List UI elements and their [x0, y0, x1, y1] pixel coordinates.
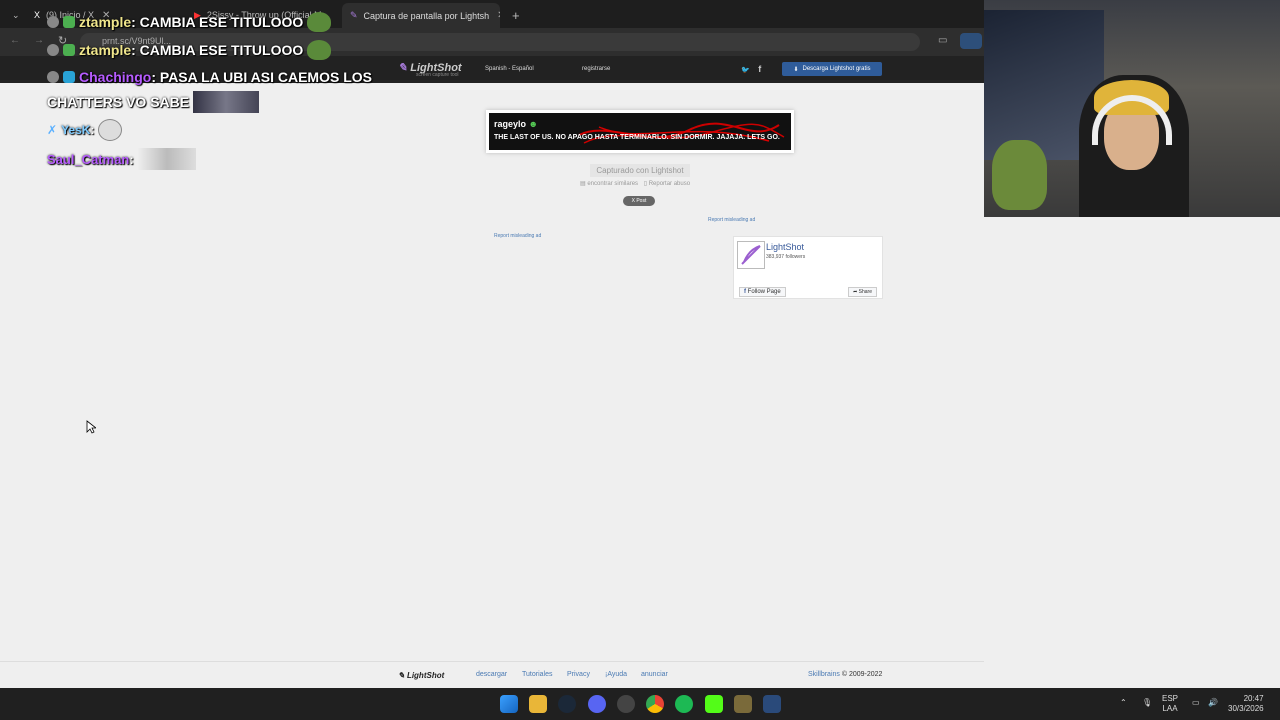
badge-icon	[47, 44, 59, 56]
badge-icon	[47, 16, 59, 28]
chat-message: Saul_Catman:	[47, 148, 196, 170]
mouse-cursor-icon	[86, 420, 96, 434]
badge-icon	[47, 71, 59, 83]
discord-icon[interactable]	[588, 695, 606, 713]
windows-start-icon[interactable]	[500, 695, 518, 713]
screenshot-image[interactable]: rageylo ☻ THE LAST OF US. NO APAGO HASTA…	[486, 110, 794, 153]
preview-username: rageylo ☻	[494, 119, 539, 129]
clock[interactable]: 20:47 30/3/2026	[1228, 694, 1264, 714]
language-indicator[interactable]: ESP LAA	[1162, 694, 1178, 714]
spotify-icon[interactable]	[675, 695, 693, 713]
pepe-emote-icon	[307, 12, 332, 32]
red-scribble	[578, 122, 785, 144]
subscriber-badge-icon	[63, 16, 75, 28]
extension-icon[interactable]	[960, 33, 982, 49]
taskbar: ⌃ 🎙 ESP LAA ▭ 🔊 20:47 30/3/2026	[0, 688, 1280, 720]
smile-icon: ☻	[528, 119, 539, 129]
followers-count: 383,937 followers	[766, 254, 806, 260]
report-misleading-ad-link[interactable]: Report misleading ad	[494, 233, 541, 239]
cast-icon[interactable]: ▭	[938, 35, 947, 46]
feather-icon	[741, 245, 761, 265]
chat-message: ztample: CAMBIA ESE TITULOOO	[47, 40, 332, 60]
flag-icon: ▯	[643, 181, 648, 187]
page-name[interactable]: LightShot	[766, 242, 804, 252]
find-similar-link[interactable]: encontrar similares	[587, 181, 638, 187]
kick-icon[interactable]	[705, 695, 723, 713]
feather-icon: ✎	[398, 62, 408, 74]
page-footer: ✎ LightShot descargar Tutoriales Privacy…	[0, 661, 984, 688]
language-select[interactable]: Spanish - Español	[485, 66, 534, 72]
pepe-emote-icon	[307, 40, 332, 60]
action-links: ▤ encontrar similares ▯ Reportar abuso	[580, 180, 690, 187]
footer-link-privacy[interactable]: Privacy	[567, 671, 590, 678]
tab-lightshot[interactable]: ✎ Captura de pantalla por Lightsh ✕	[342, 3, 500, 28]
image-emote-icon	[193, 91, 260, 113]
meme-emote-icon	[137, 148, 196, 170]
chrome-icon[interactable]	[646, 695, 664, 713]
close-icon[interactable]: ✕	[497, 10, 500, 21]
facebook-icon: f	[744, 289, 746, 295]
steam-icon[interactable]	[558, 695, 576, 713]
chat-message: ✗ YesK:	[47, 119, 123, 141]
page-background-right	[984, 217, 1280, 688]
report-abuse-link[interactable]: Reportar abuso	[649, 181, 690, 187]
footer-logo[interactable]: ✎ LightShot	[398, 671, 444, 680]
new-tab-button[interactable]: +	[504, 4, 524, 26]
file-explorer-icon[interactable]	[529, 695, 547, 713]
captured-label: Capturado con Lightshot	[590, 164, 690, 177]
x-logo-icon: X	[34, 10, 41, 20]
microphone-icon[interactable]: 🎙	[1142, 698, 1152, 708]
footer-link-tutorials[interactable]: Tutoriales	[522, 671, 552, 678]
lightshot-logo[interactable]: ✎ LightShot screen capture tool	[398, 61, 462, 78]
cube-badge-icon	[63, 71, 75, 83]
tab-menu-icon[interactable]: ⌄	[4, 4, 22, 26]
follow-page-button[interactable]: f Follow Page	[739, 287, 786, 297]
chat-message: Chachingo: PASA LA UBI ASI CAEMOS LOS	[47, 69, 372, 85]
browser-app-icon[interactable]	[763, 695, 781, 713]
facebook-page-widget: LightShot 383,937 followers f Follow Pag…	[733, 236, 883, 299]
lightshot-feather-icon: ✎	[350, 10, 358, 20]
chat-message-continued: CHATTERS VO SABE	[47, 91, 260, 113]
image-icon: ▤	[580, 181, 586, 187]
register-link[interactable]: registrarse	[582, 66, 610, 72]
x-post-button[interactable]: X Post	[623, 196, 655, 206]
settings-icon[interactable]	[617, 695, 635, 713]
back-icon[interactable]: ←	[10, 35, 20, 46]
facebook-icon[interactable]: f	[758, 64, 761, 74]
report-misleading-ad-link[interactable]: Report misleading ad	[708, 217, 755, 223]
frog-plush	[992, 140, 1047, 210]
volume-icon[interactable]: 🔊	[1208, 698, 1218, 708]
social-links: 🐦 f	[741, 64, 761, 74]
feather-icon: ✎	[398, 671, 405, 680]
subscriber-badge-icon	[63, 44, 75, 56]
footer-link-help[interactable]: ¡Ayuda	[605, 671, 627, 678]
page-avatar[interactable]	[737, 241, 765, 269]
forward-icon[interactable]: →	[34, 35, 44, 46]
chat-message: ztample: CAMBIA ESE TITULOOO	[47, 12, 332, 32]
twitter-icon[interactable]: 🐦	[741, 67, 750, 74]
game-icon[interactable]	[734, 695, 752, 713]
chevron-up-icon[interactable]: ⌃	[1120, 698, 1127, 708]
footer-link-advertise[interactable]: anunciar	[641, 671, 668, 678]
download-button[interactable]: ⬇ Descarga Lightshot gratis	[782, 62, 882, 76]
meme-emote-icon	[98, 119, 123, 141]
share-button[interactable]: ➦ Share	[848, 287, 877, 297]
footer-copyright: Skillbrains © 2009-2022	[808, 671, 883, 678]
network-icon[interactable]: ▭	[1192, 698, 1200, 708]
webcam-overlay	[984, 0, 1280, 217]
preview-message: THE LAST OF US. NO APAGO HASTA TERMINARL…	[494, 134, 780, 141]
share-icon: ➦	[853, 289, 858, 295]
download-icon: ⬇	[793, 66, 799, 73]
footer-link-download[interactable]: descargar	[476, 671, 507, 678]
sparkle-badge-icon: ✗	[47, 123, 58, 137]
